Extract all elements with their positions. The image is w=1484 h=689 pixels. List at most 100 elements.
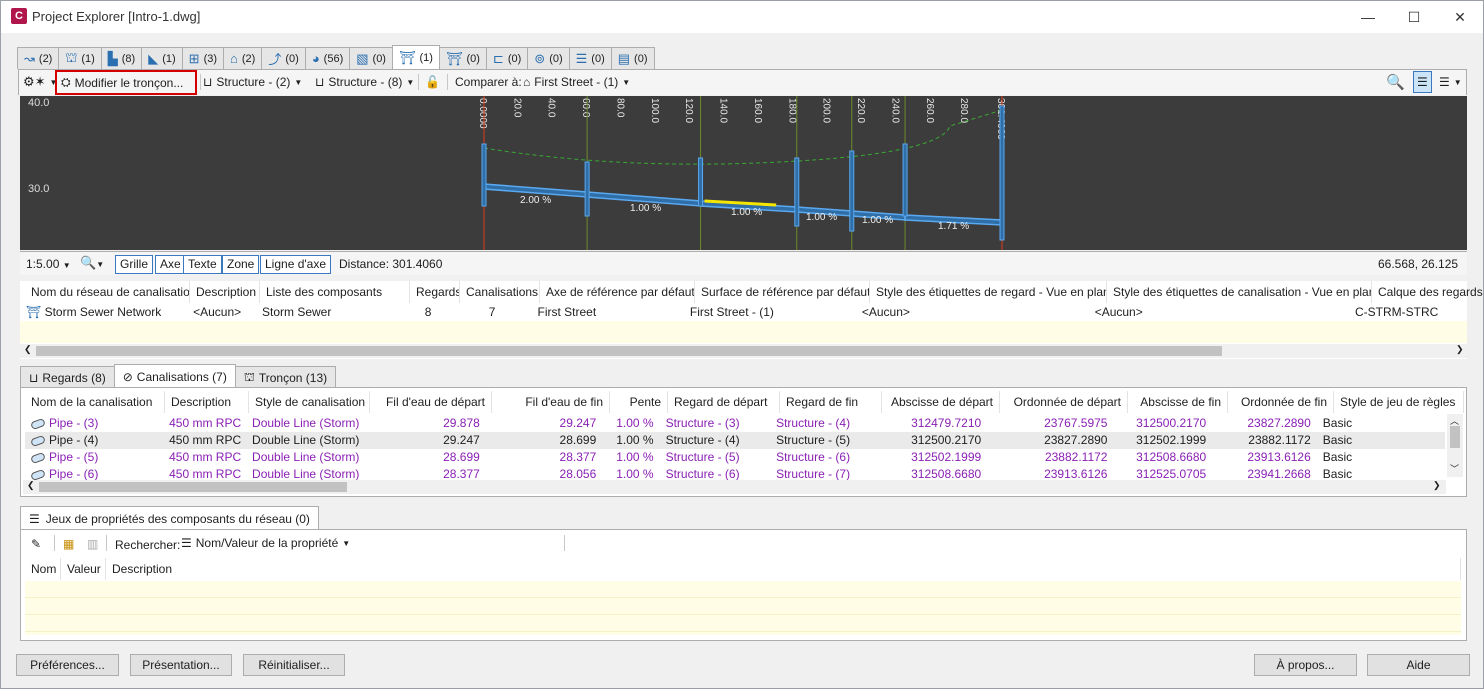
pipe-cell[interactable]: 312508.6680 <box>1113 449 1212 466</box>
network-column-header[interactable]: Style des étiquettes de canalisation - V… <box>1107 281 1372 303</box>
pipes-column-header[interactable]: Abscisse de fin <box>1128 391 1228 413</box>
pipes-column-header[interactable]: Regard de départ <box>668 391 780 413</box>
pipe-cell[interactable]: Pipe - (5) <box>25 449 163 466</box>
pipe-cell[interactable]: 23827.2890 <box>1212 415 1317 432</box>
profile-plot[interactable]: 40.0 30.0 0.0000 20.0 40.0 60.0 80.0 100.0 120.0… <box>20 96 1467 250</box>
tab-pipe[interactable]: ◕ (56) <box>304 47 351 69</box>
pipe-cell[interactable]: 28.377 <box>486 449 602 466</box>
remove-propset-icon[interactable]: ▥ <box>87 537 98 551</box>
propsets-column-header[interactable]: Valeur <box>61 558 106 580</box>
pipe-cell[interactable]: Structure - (4) <box>660 432 771 449</box>
scale-dropdown[interactable]: 1:5.00 ▼ <box>26 257 71 271</box>
subtab-run[interactable]: ⛫ Tronçon (13) <box>234 366 337 388</box>
network-cell[interactable]: 7 <box>453 304 532 321</box>
network-column-header[interactable]: Style des étiquettes de regard - Vue en … <box>870 281 1107 303</box>
pipes-column-header[interactable]: Style de canalisation <box>249 391 370 413</box>
compare-dropdown[interactable]: ⌂ First Street - (1) ▼ <box>523 70 630 94</box>
scroll-left-icon[interactable]: ❮ <box>27 480 35 491</box>
scrollbar-thumb[interactable] <box>1450 426 1460 448</box>
pipe-cell[interactable]: Double Line (Storm) <box>246 415 365 432</box>
pipe-cell[interactable]: 450 mm RPC <box>163 449 246 466</box>
tab-section[interactable]: ⊏ (0) <box>485 47 529 69</box>
network-cell[interactable]: <Aucun> <box>1089 304 1349 321</box>
pipes-column-header[interactable]: Abscisse de départ <box>882 391 1000 413</box>
tab-feature-line[interactable]: ⤴ (0) <box>261 47 306 69</box>
network-column-header[interactable]: Axe de référence par défaut <box>540 281 695 303</box>
tab-profile-view[interactable]: ▙ (8) <box>100 47 143 69</box>
toggle-zone[interactable]: Zone <box>222 255 260 274</box>
tab-alignment[interactable]: ↝ (2) <box>17 47 60 69</box>
pipe-cell[interactable]: 23882.1172 <box>987 449 1113 466</box>
scroll-left-icon[interactable]: ❮ <box>24 344 32 355</box>
layout-dropdown-icon[interactable]: ☰ ▼ <box>1439 70 1462 94</box>
network-cell[interactable]: 8 <box>403 304 452 321</box>
start-structure-dropdown[interactable]: ⊔ Structure - (2) ▼ <box>203 70 302 94</box>
toggle-grille[interactable]: Grille <box>115 255 154 274</box>
pipe-cell[interactable]: 1.00 % <box>602 415 659 432</box>
pipes-column-header[interactable]: Pente <box>610 391 668 413</box>
network-column-header[interactable]: Liste des composants <box>260 281 410 303</box>
maximize-button[interactable]: ☐ <box>1391 1 1437 33</box>
pipe-cell[interactable]: 450 mm RPC <box>163 432 246 449</box>
network-column-header[interactable]: Description <box>190 281 260 303</box>
zoom-dropdown-icon[interactable]: 🔍▼ <box>80 255 104 271</box>
pipes-column-header[interactable]: Fil d'eau de départ <box>370 391 492 413</box>
network-column-header[interactable]: Canalisations <box>460 281 540 303</box>
toggle-ligne-d-axe[interactable]: Ligne d'axe <box>260 255 332 274</box>
property-search-dropdown[interactable]: ☰ Nom/Valeur de la propriété ▼ <box>181 536 350 550</box>
tab-pipe-network[interactable]: ⛩ (1) <box>391 45 440 69</box>
help-button[interactable]: Aide <box>1367 654 1470 676</box>
table-row[interactable]: Pipe - (4) 450 mm RPC Double Line (Storm) 2… <box>25 432 1445 449</box>
network-cell[interactable]: C-STRM-STRC <box>1349 304 1467 321</box>
pipes-vscrollbar[interactable]: ︿ ﹀ <box>1447 414 1463 477</box>
pipe-cell[interactable]: 1.00 % <box>602 449 659 466</box>
zoom-icon[interactable]: 🔍 <box>1386 70 1405 94</box>
pipe-cell[interactable]: 29.247 <box>365 432 485 449</box>
pipe-cell[interactable]: 312479.7210 <box>871 415 987 432</box>
scroll-right-icon[interactable]: ❯ <box>1433 480 1441 491</box>
table-row[interactable]: Pipe - (5) 450 mm RPC Double Line (Storm) 2… <box>25 449 1445 466</box>
pipe-cell[interactable]: 1.00 % <box>602 432 659 449</box>
pipe-cell[interactable]: 28.699 <box>486 432 602 449</box>
pipe-cell[interactable]: Pipe - (4) <box>25 432 163 449</box>
network-cell[interactable]: Storm Sewer <box>256 304 403 321</box>
pipe-cell[interactable]: 28.699 <box>365 449 485 466</box>
network-cell[interactable]: ⛩ Storm Sewer Network <box>20 304 187 321</box>
propsets-column-header[interactable]: Nom <box>25 558 61 580</box>
list-view-icon[interactable]: ☰ <box>1413 71 1432 93</box>
network-cell[interactable]: First Street <box>532 304 684 321</box>
new-run-button[interactable]: ⚙✶ ▼ <box>23 70 57 94</box>
preferences-button[interactable]: Préférences... <box>16 654 119 676</box>
network-cell[interactable]: <Aucun> <box>856 304 1089 321</box>
pipe-cell[interactable]: Structure - (6) <box>770 449 871 466</box>
propsets-tab[interactable]: ☰ Jeux de propriétés des composants du ré… <box>20 506 319 530</box>
end-structure-dropdown[interactable]: ⊔ Structure - (8) ▼ <box>315 70 414 94</box>
pipes-column-header[interactable]: Style de jeu de règles <box>1334 391 1464 413</box>
pipe-cell[interactable]: Structure - (5) <box>770 432 871 449</box>
pipe-cell[interactable]: 312502.1999 <box>871 449 987 466</box>
edit-propset-icon[interactable]: ✎ <box>31 537 41 551</box>
pipe-cell[interactable]: Basic <box>1317 449 1445 466</box>
tab-book[interactable]: ▤ (0) <box>610 47 655 69</box>
close-button[interactable]: ✕ <box>1437 1 1483 33</box>
toggle-axe[interactable]: Axe <box>155 255 186 274</box>
pipe-cell[interactable]: 312500.2170 <box>1113 415 1212 432</box>
pipes-column-header[interactable]: Ordonnée de départ <box>1000 391 1128 413</box>
pipe-cell[interactable]: 29.878 <box>365 415 485 432</box>
table-row[interactable]: Pipe - (3) 450 mm RPC Double Line (Storm) 2… <box>25 415 1445 432</box>
pipe-cell[interactable]: 312502.1999 <box>1113 432 1212 449</box>
network-column-header[interactable]: Nom du réseau de canalisations <box>25 281 190 303</box>
tab-list[interactable]: ☰ (0) <box>568 47 612 69</box>
pipe-cell[interactable]: Pipe - (3) <box>25 415 163 432</box>
pipe-cell[interactable]: 450 mm RPC <box>163 415 246 432</box>
add-propset-icon[interactable]: ▦ <box>63 537 74 551</box>
subtab-structures[interactable]: ⊔ Regards (8) <box>20 366 115 388</box>
pipe-cell[interactable]: Double Line (Storm) <box>246 449 365 466</box>
pipes-hscrollbar[interactable]: ❮ ❯ <box>23 480 1446 494</box>
network-hscrollbar[interactable]: ❮ ❯ <box>20 344 1467 358</box>
network-cell[interactable]: First Street - (1) <box>684 304 856 321</box>
pipe-cell[interactable]: 23913.6126 <box>1212 449 1317 466</box>
tab-sample-line[interactable]: ▧ (0) <box>349 47 393 69</box>
pipe-cell[interactable]: Double Line (Storm) <box>246 432 365 449</box>
subtab-pipes[interactable]: ⊘ Canalisations (7) <box>113 364 236 388</box>
